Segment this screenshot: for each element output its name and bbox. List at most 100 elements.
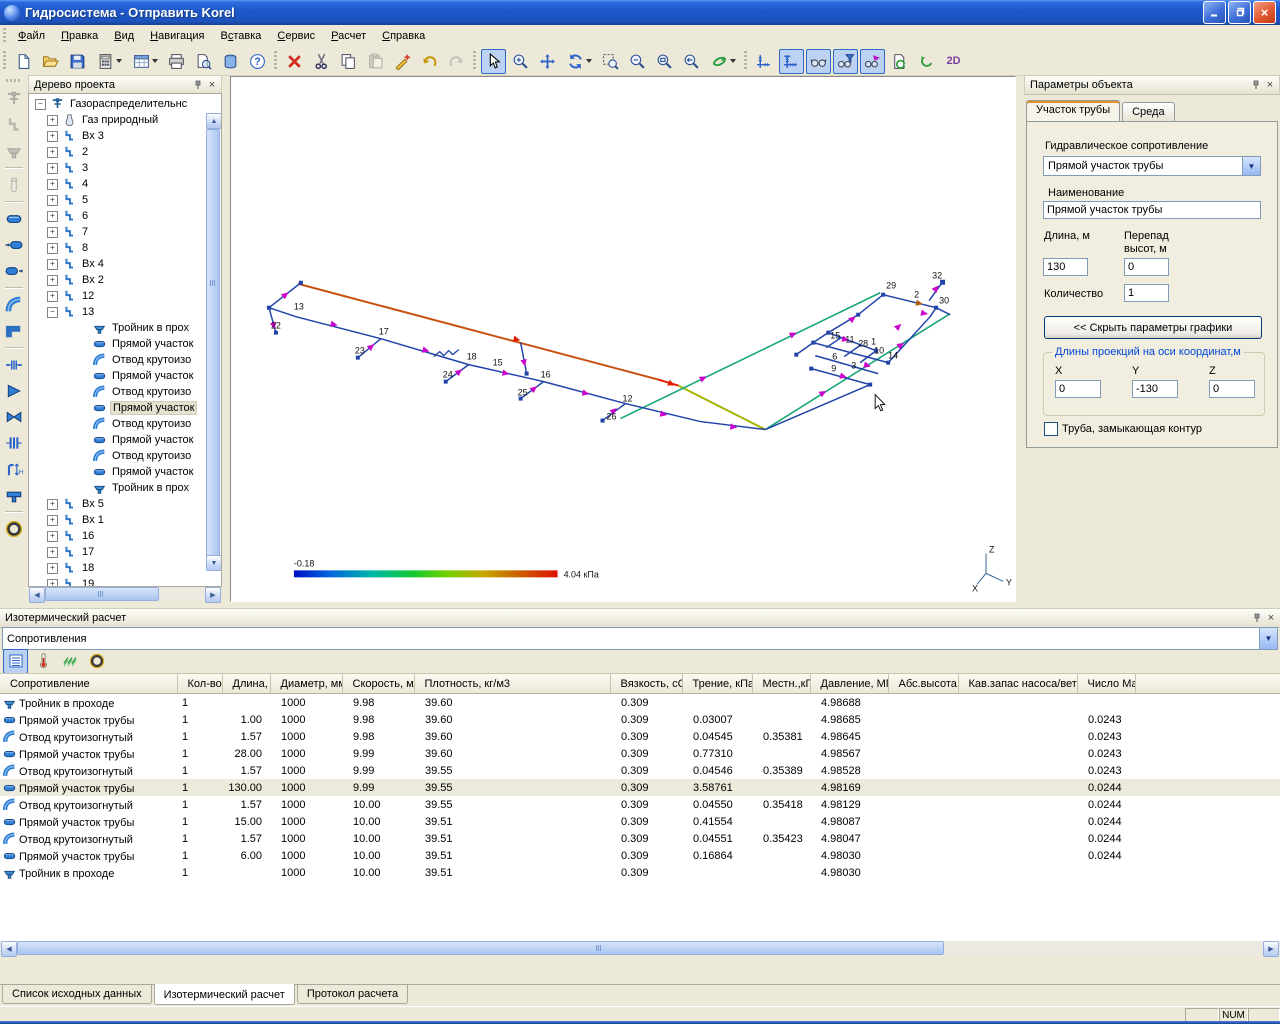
tree-item-20[interactable]: Отвод крутоизо (29, 416, 207, 432)
pin-icon[interactable] (1250, 611, 1264, 625)
tree-expander-plus[interactable]: + (47, 547, 58, 558)
chevron-down-icon[interactable] (152, 59, 158, 63)
menu-item-calculation[interactable]: Расчет (323, 27, 374, 45)
scroll-left-icon[interactable]: ◀ (29, 587, 45, 603)
edit-wand-button[interactable] (390, 49, 415, 74)
menu-item-help[interactable]: Справка (374, 27, 433, 45)
close-icon[interactable]: × (1263, 78, 1277, 92)
help-button[interactable]: ? (245, 49, 270, 74)
tree-item-21[interactable]: Прямой участок (29, 432, 207, 448)
zoom-out-button[interactable] (625, 49, 650, 74)
tree-item-4[interactable]: +3 (29, 160, 207, 176)
tree-item-10[interactable]: +Вх 4 (29, 256, 207, 272)
tree-expander-plus[interactable]: + (47, 179, 58, 190)
print-preview-button[interactable] (191, 49, 216, 74)
table-row[interactable]: Отвод крутоизогнутый11.57100010.0039.510… (0, 830, 1280, 847)
table-row[interactable]: Отвод крутоизогнутый11.5710009.9939.550.… (0, 762, 1280, 779)
tree-item-30[interactable]: +19 (29, 576, 207, 586)
elbow-tool-button[interactable] (2, 293, 26, 317)
bottom-tab-0[interactable]: Список исходных данных (2, 985, 152, 1004)
results-horizontal-scrollbar[interactable]: ◀ ▶ (0, 941, 1280, 955)
undo-button[interactable] (417, 49, 442, 74)
minimize-button[interactable] (1203, 1, 1226, 24)
pin-icon[interactable] (191, 78, 205, 92)
bottom-tab-1[interactable]: Изотермический расчет (154, 984, 295, 1005)
tree-item-15[interactable]: Прямой участок (29, 336, 207, 352)
tree-expander-plus[interactable]: + (47, 291, 58, 302)
height-change-tool-button[interactable]: H (2, 457, 26, 481)
tree-item-0[interactable]: −Газораспределительнс (29, 96, 207, 112)
app-icon[interactable] (4, 5, 20, 21)
chevron-down-icon[interactable] (116, 59, 122, 63)
flat-2d-button[interactable]: 2D (941, 49, 966, 74)
chevron-down-icon[interactable] (730, 59, 736, 63)
tree-item-2[interactable]: +Вх 3 (29, 128, 207, 144)
rotate-button[interactable] (562, 49, 596, 74)
table-row[interactable]: Прямой участок трубы11.0010009.9839.600.… (0, 711, 1280, 728)
length-field[interactable] (1043, 258, 1088, 276)
table-row[interactable]: Прямой участок трубы1130.0010009.9939.55… (0, 779, 1280, 796)
hide-graphics-params-button[interactable]: << Скрыть параметры графики (1044, 316, 1262, 339)
tree-item-23[interactable]: Прямой участок (29, 464, 207, 480)
tree-item-11[interactable]: +Вх 2 (29, 272, 207, 288)
menu-item-view[interactable]: Вид (106, 27, 142, 45)
hatch-lines-view-button[interactable] (57, 649, 82, 674)
scroll-down-icon[interactable]: ▼ (206, 555, 222, 571)
tree-item-12[interactable]: +12 (29, 288, 207, 304)
tree-item-27[interactable]: +16 (29, 528, 207, 544)
scroll-right-icon[interactable]: ▶ (1263, 941, 1279, 957)
tree-item-6[interactable]: +5 (29, 192, 207, 208)
redo-button[interactable] (444, 49, 469, 74)
network-tool-button[interactable] (2, 87, 26, 111)
tree-horizontal-scrollbar[interactable]: ◀ ▶ (28, 587, 222, 601)
scroll-thumb[interactable] (206, 129, 220, 561)
column-header-12[interactable]: Число Маха (1077, 674, 1135, 694)
tree-item-1[interactable]: +Газ природный (29, 112, 207, 128)
menu-item-edit[interactable]: Правка (53, 27, 106, 45)
table-row[interactable]: Тройник в проходе110009.9839.600.3094.98… (0, 694, 1280, 712)
close-icon[interactable]: × (205, 78, 219, 92)
tree-expander-plus[interactable]: + (47, 243, 58, 254)
column-header-5[interactable]: Плотность, кг/м3 (414, 674, 610, 694)
tee-fitting-tool-button[interactable] (2, 483, 26, 507)
refresh-button[interactable] (914, 49, 939, 74)
proj-x-field[interactable] (1055, 380, 1101, 398)
table-view-button[interactable] (128, 49, 162, 74)
close-button[interactable]: × (1253, 1, 1276, 24)
count-field[interactable] (1124, 284, 1169, 302)
pipe-in-tool-button[interactable] (2, 233, 26, 257)
pipe-tool-button[interactable] (2, 207, 26, 231)
new-doc-button[interactable] (11, 49, 36, 74)
results-category-select[interactable]: Сопротивления ▼ (2, 627, 1278, 650)
scroll-thumb[interactable] (45, 587, 159, 601)
chevron-down-icon[interactable]: ▼ (1242, 157, 1260, 175)
tree-vertical-scrollbar[interactable]: ▲ ▼ (206, 113, 220, 571)
column-header-2[interactable]: Длина, м (222, 674, 270, 694)
open-folder-button[interactable] (38, 49, 63, 74)
name-field[interactable] (1043, 201, 1261, 219)
branch-tool-button[interactable] (2, 113, 26, 137)
column-header-7[interactable]: Трение, кПа (682, 674, 752, 694)
tree-item-22[interactable]: Отвод крутоизо (29, 448, 207, 464)
orbit-button[interactable] (706, 49, 740, 74)
table-row[interactable]: Отвод крутоизогнутый11.57100010.0039.550… (0, 796, 1280, 813)
column-header-9[interactable]: Давление, МПа (810, 674, 888, 694)
orifice-tool-button[interactable] (2, 353, 26, 377)
tree-item-17[interactable]: Прямой участок (29, 368, 207, 384)
tree-item-25[interactable]: +Вх 5 (29, 496, 207, 512)
menu-item-navigation[interactable]: Навигация (142, 27, 212, 45)
axes-ortho-button[interactable] (779, 49, 804, 74)
pan-button[interactable] (535, 49, 560, 74)
pipe-out-tool-button[interactable] (2, 259, 26, 283)
tree-expander-plus[interactable]: + (47, 259, 58, 270)
pin-icon[interactable] (1249, 78, 1263, 92)
tree-item-26[interactable]: +Вх 1 (29, 512, 207, 528)
tree-item-14[interactable]: Тройник в прох (29, 320, 207, 336)
tree-expander-plus[interactable]: + (47, 147, 58, 158)
view-glasses-arrow-button[interactable] (860, 49, 885, 74)
thermometer-view-button[interactable] (30, 649, 55, 674)
height-drop-field[interactable] (1124, 258, 1169, 276)
menu-item-file[interactable]: Файл (10, 27, 53, 45)
tree-item-28[interactable]: +17 (29, 544, 207, 560)
view-glasses-filter-button[interactable] (833, 49, 858, 74)
